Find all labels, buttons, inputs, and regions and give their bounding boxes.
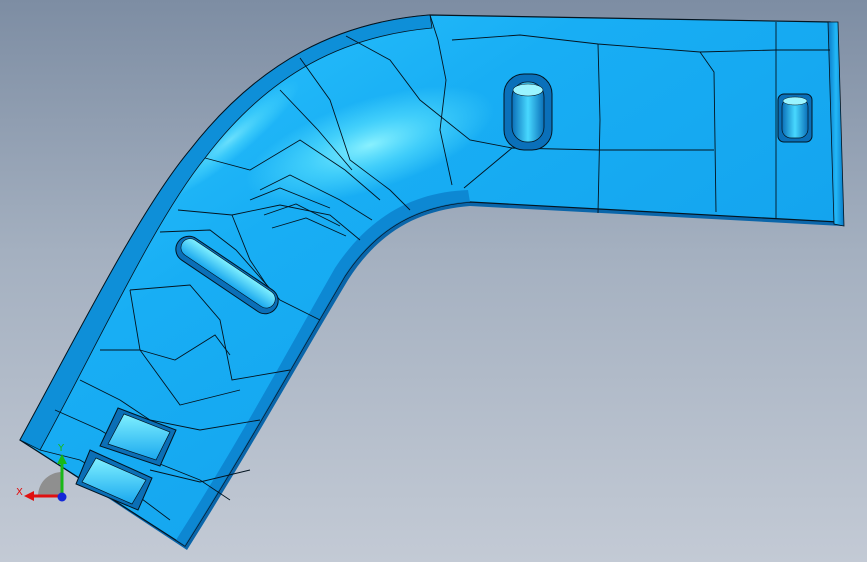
part-model[interactable] <box>0 0 867 562</box>
y-axis-arrow <box>57 454 67 464</box>
small-boss[interactable] <box>777 93 813 143</box>
3d-viewport[interactable]: X Y <box>0 0 867 562</box>
x-axis-label: X <box>16 487 23 498</box>
y-axis-label: Y <box>58 443 65 454</box>
triad-quadrant <box>38 472 62 496</box>
part-body[interactable] <box>19 14 845 550</box>
triad-graphic <box>24 454 67 502</box>
x-axis-arrow <box>24 491 34 501</box>
axis-triad: X Y <box>14 440 76 508</box>
z-axis-dot <box>57 492 67 502</box>
pill-boss[interactable] <box>503 73 553 151</box>
